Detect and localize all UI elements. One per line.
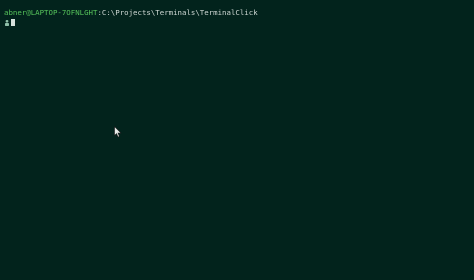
mouse-pointer-icon — [114, 126, 122, 138]
terminal-window[interactable]: abner@LAPTOP-7OFNLGHT:C:\Projects\Termin… — [0, 0, 474, 280]
prompt-user-host: abner@LAPTOP-7OFNLGHT — [4, 8, 98, 17]
prompt-line: abner@LAPTOP-7OFNLGHT:C:\Projects\Termin… — [4, 8, 474, 17]
input-line[interactable] — [4, 18, 474, 27]
text-cursor — [11, 19, 15, 26]
prompt-path: C:\Projects\Terminals\TerminalClick — [101, 8, 258, 17]
prompt-glyph-icon — [5, 19, 9, 26]
